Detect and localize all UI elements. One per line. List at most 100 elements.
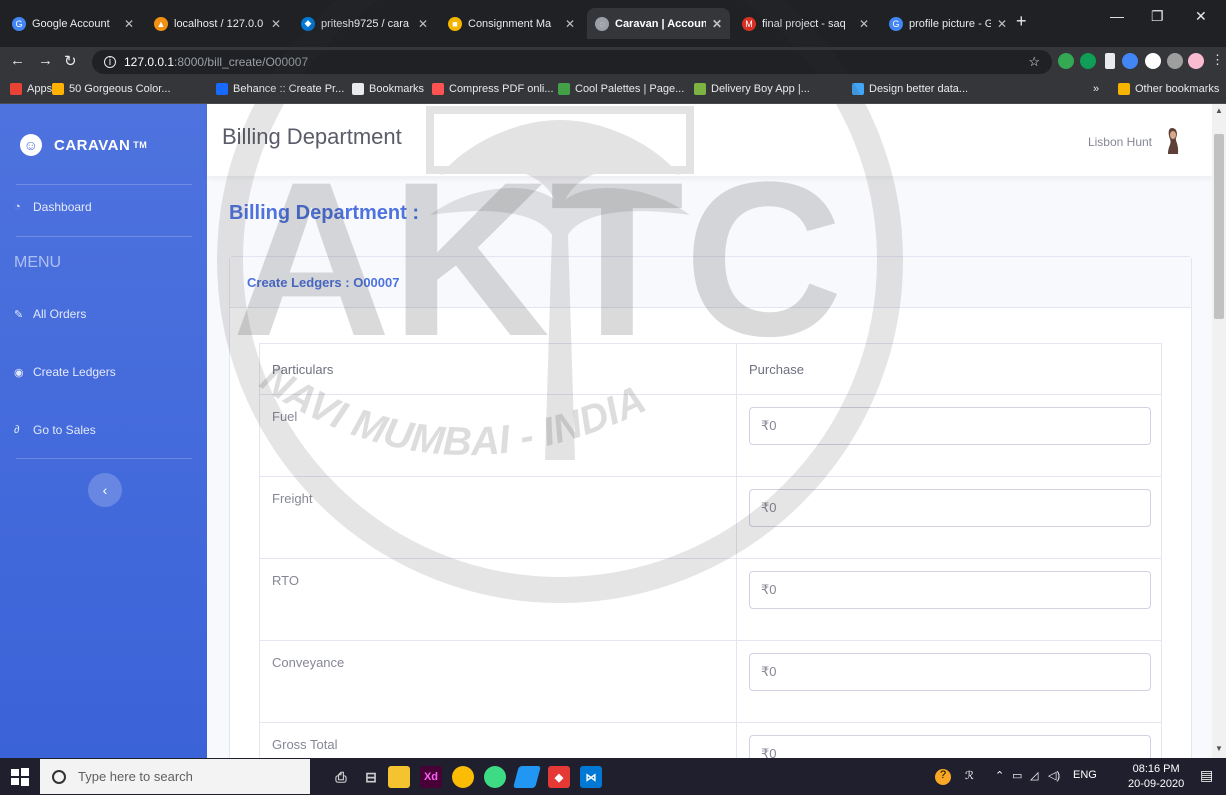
brand[interactable]: ☺ CARAVAN TM <box>20 134 147 156</box>
language-indicator[interactable]: ENG <box>1073 769 1097 781</box>
close-window-icon[interactable]: ✕ <box>1195 8 1207 25</box>
bookmark-item[interactable]: Design better data... <box>852 83 968 95</box>
folder-icon <box>1118 83 1130 95</box>
restore-icon[interactable]: ❐ <box>1151 8 1164 25</box>
reload-icon[interactable]: ↻ <box>64 52 77 70</box>
gmail-icon: M <box>742 16 756 31</box>
microphone-icon[interactable]: ⎙ <box>330 766 352 788</box>
windows-taskbar: Type here to search ⎙ ⊟ Xd ◆ ⋈ ? ℛ ⌃ ▭ ◿… <box>0 758 1226 795</box>
purchase-amount-input[interactable]: ₹0 <box>749 735 1151 758</box>
topbar: Billing Department Lisbon Hunt <box>207 104 1212 176</box>
purchase-amount-input[interactable]: ₹0 <box>749 407 1151 445</box>
purchase-cell: ₹0 <box>736 640 1162 723</box>
taskbar-search-input[interactable]: Type here to search <box>40 759 310 794</box>
back-icon[interactable]: ← <box>10 52 25 69</box>
bookmark-item[interactable]: Apps <box>10 83 52 95</box>
user-avatar[interactable] <box>1160 126 1186 156</box>
extension-icon[interactable] <box>1145 53 1161 69</box>
sidebar-item-all-orders[interactable]: ✎ All Orders <box>14 307 86 321</box>
caravan-icon: ◌ <box>595 16 609 31</box>
bookmark-star-icon[interactable]: ☆ <box>1028 54 1040 70</box>
people-icon[interactable]: ℛ <box>965 769 974 782</box>
help-icon[interactable]: ? <box>935 769 951 785</box>
vscode-icon[interactable]: ⋈ <box>580 766 602 788</box>
tab-label: Caravan | Account <box>615 17 706 30</box>
tab-close-icon[interactable]: ✕ <box>124 17 134 31</box>
cortana-icon <box>52 769 66 784</box>
app-icon[interactable]: ◆ <box>548 766 570 788</box>
minimize-icon[interactable]: — <box>1110 8 1124 24</box>
browser-tab[interactable]: Mfinal project - saq ✕ <box>734 8 877 39</box>
tab-close-icon[interactable]: ✕ <box>271 17 281 31</box>
bookmark-item[interactable]: Delivery Boy App |... <box>694 83 810 95</box>
bookmarks-overflow-icon[interactable]: » <box>1093 83 1099 95</box>
scrollbar-thumb[interactable] <box>1214 134 1224 319</box>
sidebar-divider <box>16 458 192 459</box>
sidebar-item-dashboard[interactable]: ◔ Dashboard <box>14 200 92 214</box>
tab-label: profile picture - G <box>909 17 991 30</box>
sidebar-item-label: All Orders <box>33 307 87 321</box>
network-icon[interactable]: ▭ <box>1012 769 1022 782</box>
sidebar-item-label: Create Ledgers <box>33 365 116 379</box>
task-view-icon[interactable]: ⊟ <box>360 766 382 788</box>
volume-icon[interactable]: ◁) <box>1048 769 1060 782</box>
file-explorer-icon[interactable] <box>388 766 410 788</box>
purchase-amount-input[interactable]: ₹0 <box>749 653 1151 691</box>
bookmark-item[interactable]: Compress PDF onli... <box>432 83 554 95</box>
section-heading: Billing Department : <box>229 202 420 224</box>
sidebar-item-go-to-sales[interactable]: ∂ Go to Sales <box>14 423 96 437</box>
bookmark-label: Behance :: Create Pr... <box>233 83 345 95</box>
bookmark-item[interactable]: Behance :: Create Pr... <box>216 83 344 95</box>
bookmark-label: Delivery Boy App |... <box>711 83 810 95</box>
sidebar-toggle-button[interactable]: ‹ <box>88 473 122 507</box>
browser-tab[interactable]: ◌ Caravan | Account ✕ <box>587 8 730 39</box>
tab-close-icon[interactable]: ✕ <box>859 17 869 31</box>
puzzle-icon[interactable] <box>1167 53 1183 69</box>
new-tab-button[interactable]: + <box>1016 11 1027 32</box>
purchase-amount-input[interactable]: ₹0 <box>749 571 1151 609</box>
particular-label: Conveyance <box>259 640 737 723</box>
sidebar-item-create-ledgers[interactable]: ◉ Create Ledgers <box>14 365 116 379</box>
scroll-down-icon[interactable]: ▼ <box>1215 744 1223 753</box>
tab-close-icon[interactable]: ✕ <box>712 17 722 31</box>
browser-tab[interactable]: ◆ pritesh9725 / cara ✕ <box>293 8 436 39</box>
bookmark-item[interactable]: 50 Gorgeous Color... <box>52 83 171 95</box>
browser-tab[interactable]: ▲ localhost / 127.0.0 ✕ <box>146 8 289 39</box>
taskbar-clock[interactable]: 08:16 PM 20-09-2020 <box>1128 762 1184 792</box>
heart-icon <box>432 83 444 95</box>
purchase-amount-input[interactable]: ₹0 <box>749 489 1151 527</box>
table-row: Conveyance ₹0 <box>259 640 1162 723</box>
wifi-icon[interactable]: ◿ <box>1030 769 1038 782</box>
tab-close-icon[interactable]: ✕ <box>997 17 1007 31</box>
address-bar[interactable]: i 127.0.0.1:8000/bill_create/O00007 ☆ <box>92 50 1052 74</box>
page-scrollbar[interactable]: ▲ ▼ <box>1212 104 1226 758</box>
browser-tab[interactable]: G Google Account ✕ <box>4 8 142 39</box>
chrome-icon[interactable] <box>452 766 474 788</box>
tab-close-icon[interactable]: ✕ <box>418 17 428 31</box>
behance-icon <box>216 83 228 95</box>
profile-avatar-icon[interactable] <box>1188 53 1204 69</box>
extension-icon[interactable] <box>1122 53 1138 69</box>
browser-menu-icon[interactable]: ⋮ <box>1211 52 1224 68</box>
browser-tab[interactable]: ■ Consignment Ma ✕ <box>440 8 583 39</box>
windows-start-icon[interactable] <box>10 767 30 787</box>
notification-icon[interactable]: ▤ <box>1200 767 1213 784</box>
user-name[interactable]: Lisbon Hunt <box>1088 135 1152 149</box>
clock-date: 20-09-2020 <box>1128 778 1185 790</box>
tab-close-icon[interactable]: ✕ <box>565 17 575 31</box>
forward-icon[interactable]: → <box>38 52 53 69</box>
smiley-logo-icon: ☺ <box>20 134 42 156</box>
tray-expand-icon[interactable]: ⌃ <box>995 769 1004 782</box>
app-icon[interactable] <box>513 766 541 788</box>
adobe-xd-icon[interactable]: Xd <box>420 766 442 788</box>
bookmark-item[interactable]: Bookmarks <box>352 83 424 95</box>
extension-icon[interactable] <box>1105 53 1115 69</box>
scroll-up-icon[interactable]: ▲ <box>1215 106 1223 115</box>
android-studio-icon[interactable] <box>484 766 506 788</box>
info-icon[interactable]: i <box>104 56 116 68</box>
browser-tab[interactable]: Gprofile picture - G ✕ <box>881 8 1015 39</box>
extension-icon[interactable] <box>1058 53 1074 69</box>
extension-icon[interactable] <box>1080 53 1096 69</box>
bookmark-item[interactable]: Cool Palettes | Page... <box>558 83 684 95</box>
other-bookmarks[interactable]: Other bookmarks <box>1118 83 1219 95</box>
